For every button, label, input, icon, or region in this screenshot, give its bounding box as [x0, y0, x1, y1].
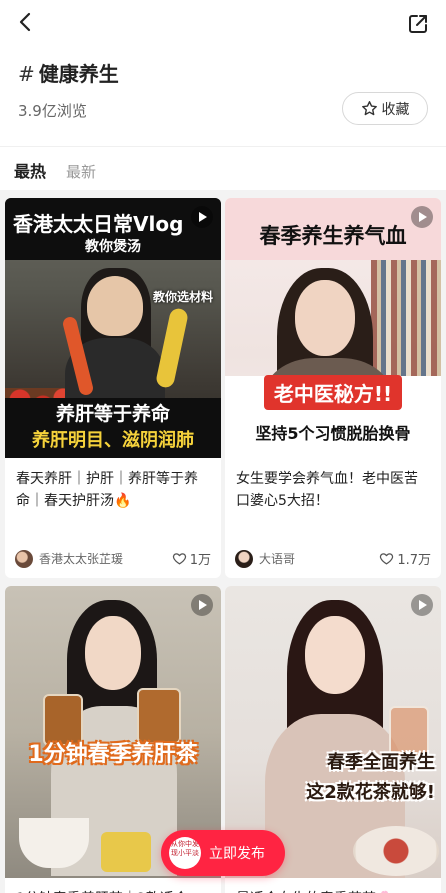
play-icon — [191, 594, 213, 616]
collect-label: 收藏 — [381, 101, 410, 118]
note-cover: 香港太太日常Vlog 教你煲汤 教你选材料 养肝等于养命 养肝明目、滋阴润肺 — [5, 198, 221, 458]
collect-button[interactable]: 收藏 — [342, 92, 428, 125]
share-icon[interactable] — [406, 12, 430, 36]
cover-label: 教你选材料 — [152, 290, 213, 304]
like-button[interactable]: 1.7万 — [379, 549, 431, 568]
tab-hot[interactable]: 最热 — [14, 158, 46, 182]
cover-title: 香港太太日常Vlog — [13, 212, 184, 236]
chevron-left-icon[interactable] — [14, 10, 38, 34]
glass-image — [101, 832, 151, 872]
author-name[interactable]: 大语哥 — [259, 550, 379, 567]
cover-caption-secondary: 这2款花茶就够! — [306, 782, 435, 803]
play-icon — [191, 206, 213, 228]
hash-icon: # — [18, 62, 35, 86]
note-title: 最适合女生的春季花茶🌸 — [225, 878, 441, 893]
cover-title: 春季养生养气血 — [259, 224, 407, 248]
note-card[interactable]: 香港太太日常Vlog 教你煲汤 教你选材料 养肝等于养命 养肝明目、滋阴润肺 春… — [5, 198, 221, 578]
bowl-image — [19, 818, 89, 868]
plate-image — [353, 826, 439, 876]
like-count: 1万 — [189, 553, 211, 568]
corn-image — [154, 307, 190, 389]
topic-name: 健康养生 — [38, 62, 119, 86]
tab-latest[interactable]: 最新 — [66, 161, 96, 182]
topic-title: # 健康养生 — [18, 58, 119, 87]
like-button[interactable]: 1万 — [172, 549, 211, 568]
topic-views: 3.9亿浏览 — [18, 102, 87, 120]
person-face — [295, 280, 355, 356]
person-face — [85, 616, 141, 690]
note-title: 春天养肝｜护肝｜养肝等于养命｜春天护肝汤🔥 — [16, 471, 198, 509]
person-face — [305, 616, 365, 694]
heart-icon — [380, 553, 394, 565]
avatar[interactable] — [235, 549, 253, 568]
star-outline-icon — [361, 101, 377, 116]
person-face — [87, 276, 143, 336]
note-cover: 春季养生养气血 老中医秘方!! 坚持5个习惯脱胎换骨 — [225, 198, 441, 458]
play-icon — [411, 594, 433, 616]
sort-tabs: 最热 最新 — [14, 158, 96, 182]
play-icon — [411, 206, 433, 228]
cover-subtitle: 教你煲汤 — [85, 239, 141, 255]
cover-caption: 养肝等于养命 — [55, 403, 170, 425]
brand-logo: 从你中发现小平淡 — [169, 837, 201, 869]
author-name[interactable]: 香港太太张芷瑗 — [39, 550, 172, 567]
cover-badge-text: 老中医秘方!! — [263, 375, 403, 410]
note-meta: 香港太太张芷瑗 1万 — [15, 549, 211, 568]
cover-caption: 春季全面养生 — [327, 752, 435, 773]
cover-caption: 1分钟春季养肝茶 — [28, 742, 198, 767]
note-title: 1分钟春季养肝茶｜2款适合 — [5, 878, 221, 893]
top-bar — [0, 0, 446, 50]
cover-caption-secondary: 养肝明目、滋阴润肺 — [32, 430, 194, 451]
cover-caption: 坚持5个习惯脱胎换骨 — [255, 424, 411, 443]
like-count: 1.7万 — [397, 553, 431, 568]
note-card[interactable]: 春季养生养气血 老中医秘方!! 坚持5个习惯脱胎换骨 女生要学会养气血！老中医苦… — [225, 198, 441, 578]
note-title: 女生要学会养气血！老中医苦口婆心5大招！ — [236, 471, 418, 509]
note-meta: 大语哥 1.7万 — [235, 549, 431, 568]
heart-icon — [172, 553, 186, 565]
avatar[interactable] — [15, 549, 33, 568]
cover-badge: 老中医秘方!! — [225, 375, 441, 410]
publish-label: 立即发布 — [209, 846, 265, 862]
divider — [0, 146, 446, 147]
publish-button[interactable]: 从你中发现小平淡 立即发布 — [161, 830, 285, 876]
